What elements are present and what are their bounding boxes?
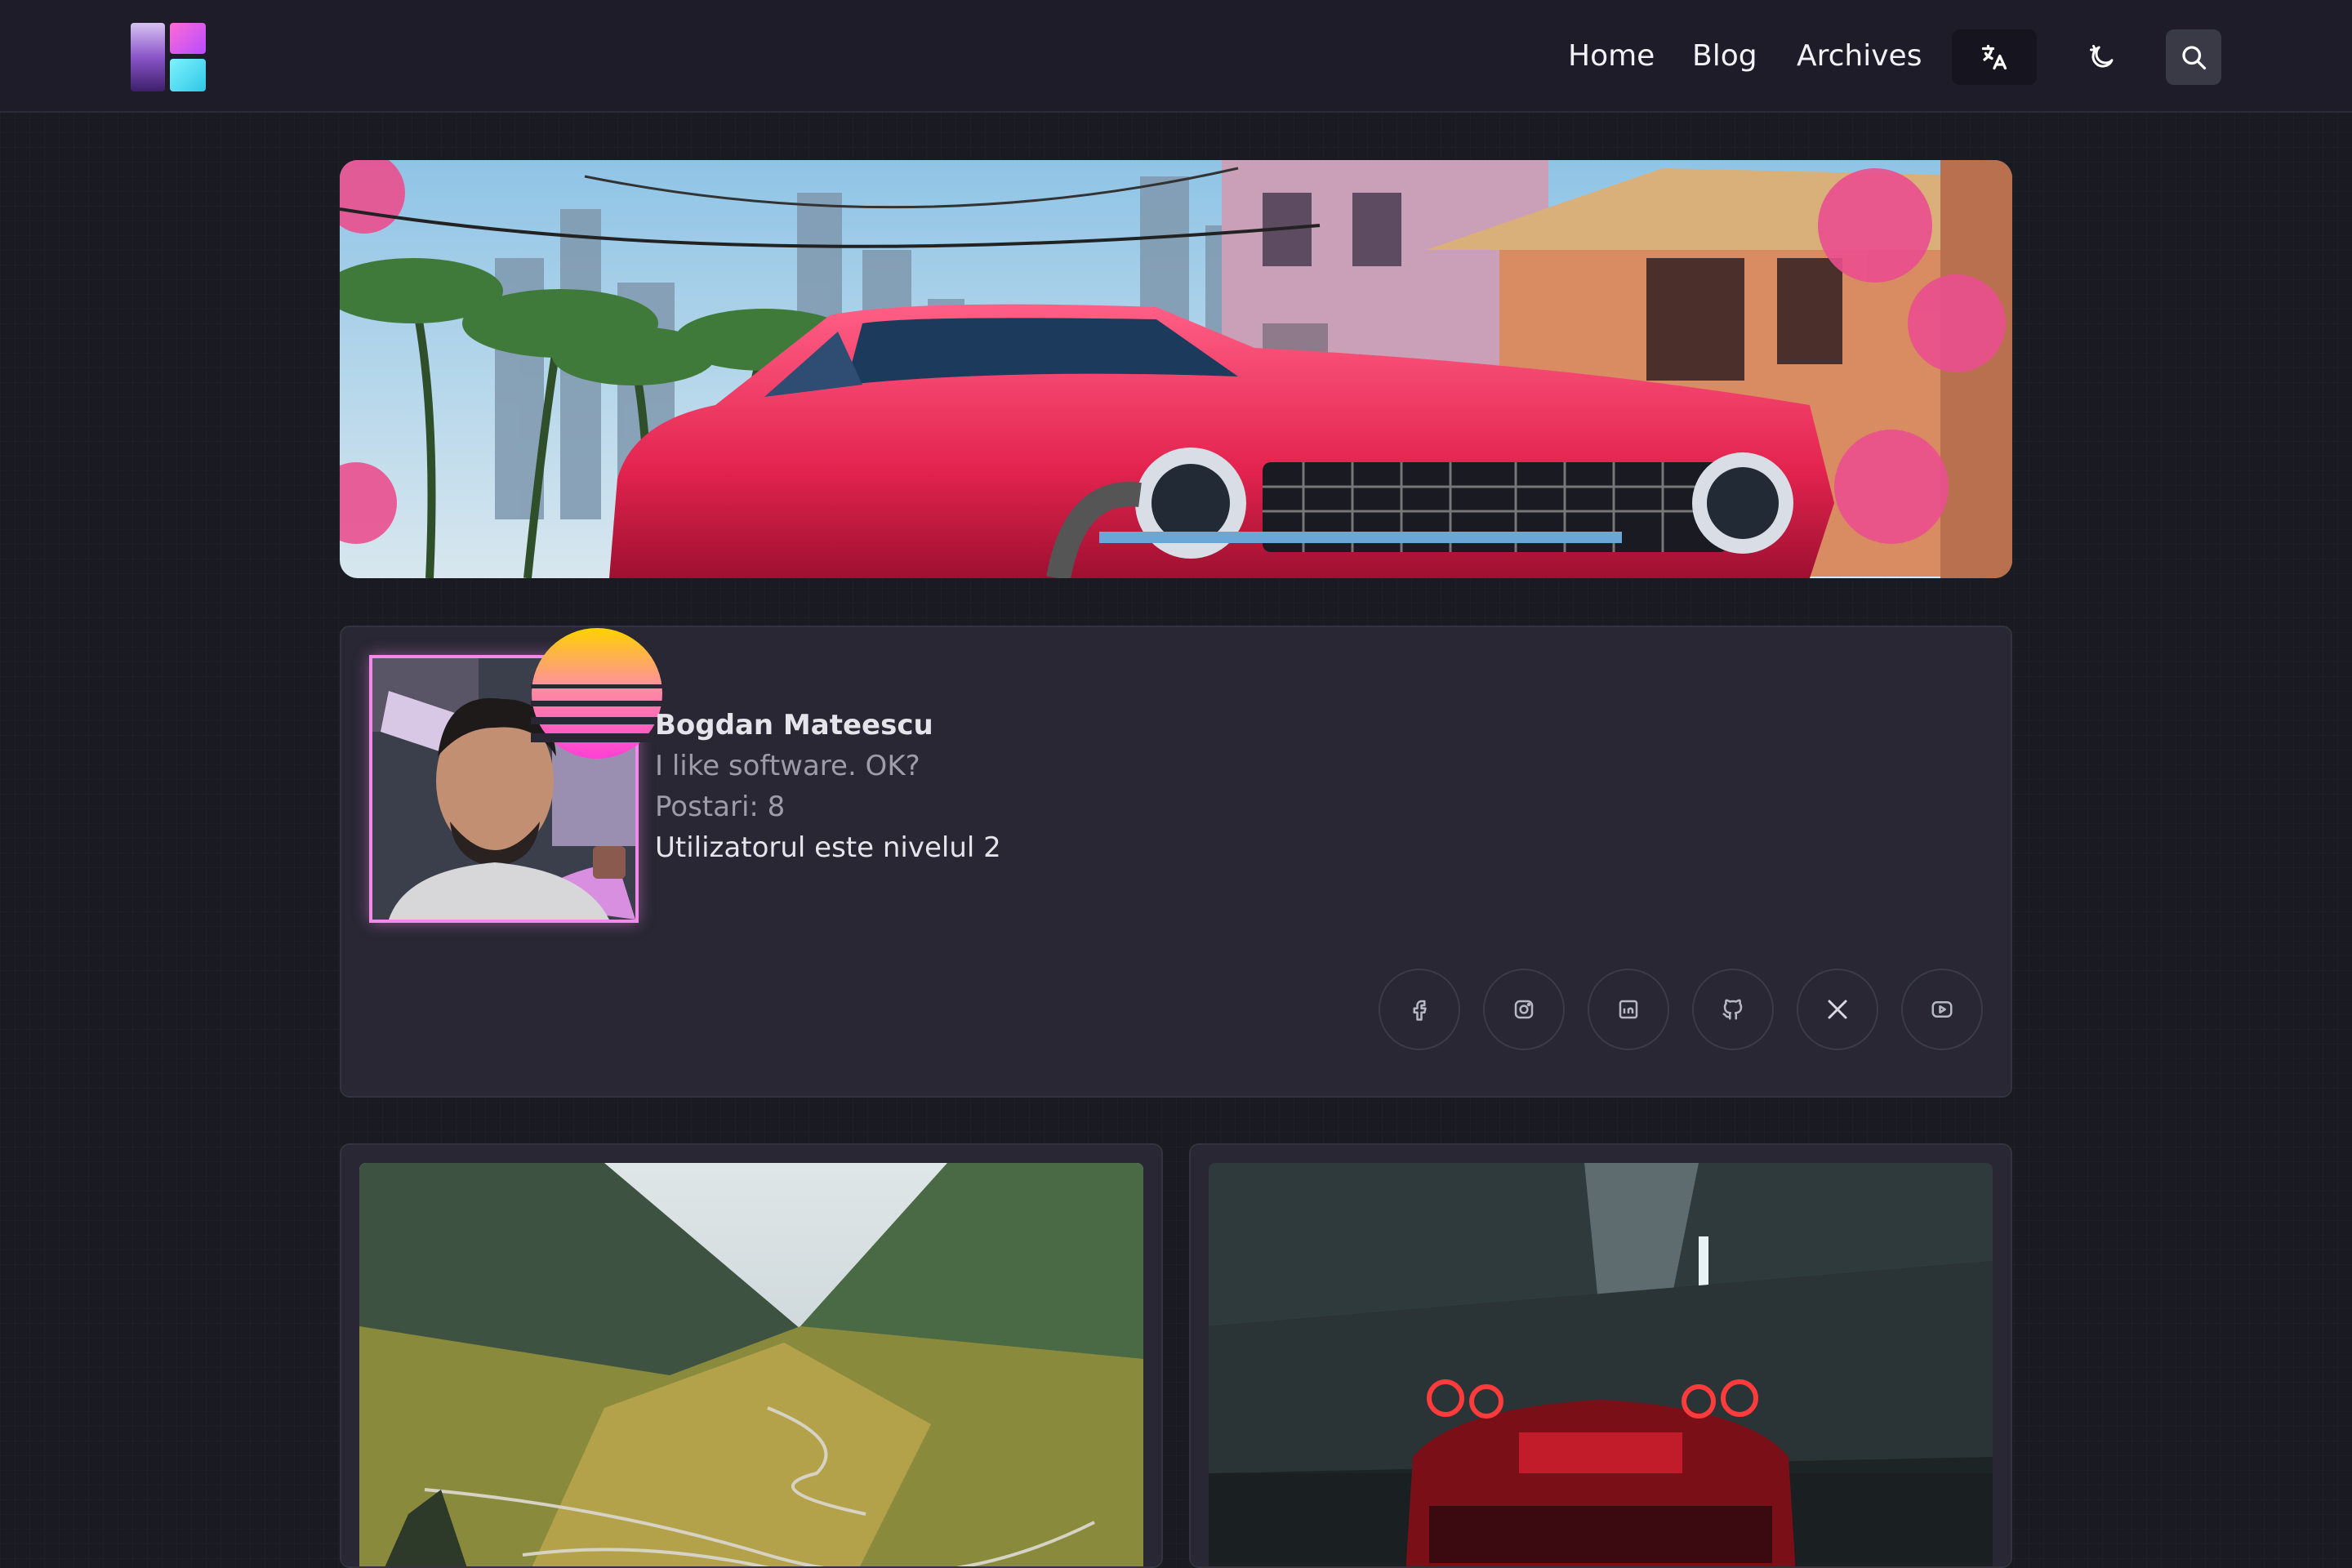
language-button[interactable] [1952, 29, 2037, 85]
hero-banner [340, 160, 2012, 578]
facebook-link[interactable] [1379, 969, 1460, 1050]
site-logo[interactable] [131, 23, 206, 91]
site-header: Home Blog Archives [0, 0, 2352, 113]
profile-bio: I like software. OK? [655, 750, 920, 782]
github-link[interactable] [1692, 969, 1774, 1050]
profile-post-count: Postari: 8 [655, 791, 786, 823]
profile-name: Bogdan Mateescu [655, 709, 933, 742]
theme-toggle-icon [2090, 45, 2114, 68]
logo-block-bottom-right [170, 59, 206, 91]
post-thumbnail[interactable] [1209, 1163, 1993, 1566]
post-thumbnail[interactable] [359, 1163, 1143, 1566]
synthwave-sun-icon [531, 628, 663, 759]
linkedin-link[interactable] [1588, 969, 1669, 1050]
garage-car-image [1209, 1163, 1993, 1566]
instagram-link[interactable] [1483, 969, 1565, 1050]
post-card[interactable] [340, 1143, 1163, 1568]
mountain-road-image [359, 1163, 1143, 1566]
x-icon [1828, 1000, 1847, 1019]
nav-blog[interactable]: Blog [1692, 36, 1757, 77]
youtube-icon [1931, 1001, 1953, 1018]
search-button[interactable] [2166, 29, 2221, 85]
nav-home[interactable]: Home [1568, 36, 1655, 77]
post-card[interactable] [1189, 1143, 2012, 1568]
translate-icon [1981, 44, 2007, 70]
facebook-icon [1413, 1000, 1427, 1021]
instagram-icon [1514, 1000, 1534, 1019]
banner-illustration [340, 160, 2012, 578]
logo-block-top-right [170, 23, 206, 54]
profile-level: Utilizatorul este nivelul 2 [655, 831, 1001, 864]
youtube-link[interactable] [1901, 969, 1983, 1050]
nav-archives[interactable]: Archives [1797, 36, 1922, 77]
search-icon [2182, 46, 2207, 70]
x-link[interactable] [1797, 969, 1878, 1050]
logo-block-left [131, 23, 165, 91]
linkedin-icon [1619, 1000, 1638, 1019]
theme-toggle-button[interactable] [2074, 29, 2130, 85]
profile-card: Bogdan Mateescu I like software. OK? Pos… [340, 626, 2012, 1098]
github-icon [1722, 999, 1743, 1020]
